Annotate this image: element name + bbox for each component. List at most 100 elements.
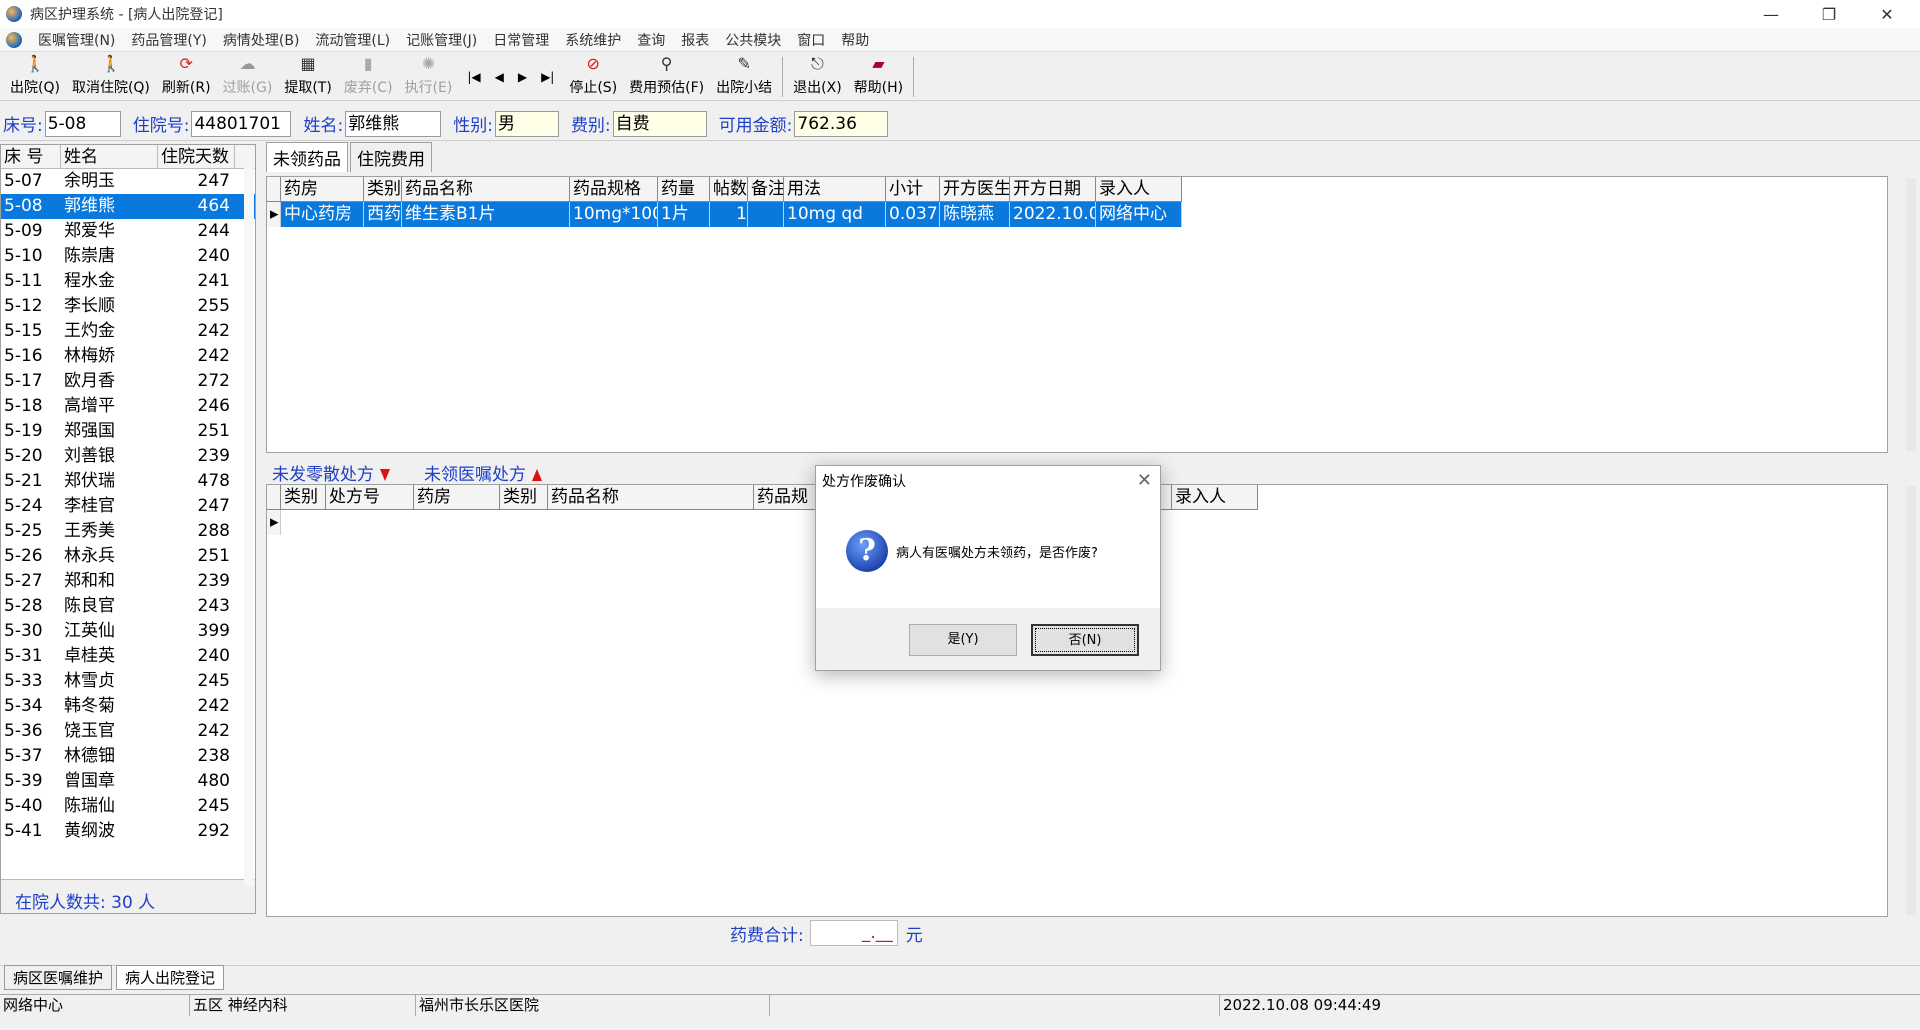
drug-col-header[interactable]: 类别: [364, 177, 402, 201]
menu-drugs[interactable]: 药品管理(Y): [123, 30, 214, 50]
patient-row[interactable]: 5-41 黄纲波 292: [1, 819, 255, 844]
patient-row[interactable]: 5-26 林永兵 251: [1, 544, 255, 569]
order-grid-scrollbar[interactable]: [1906, 486, 1916, 915]
minimize-button[interactable]: —: [1742, 0, 1800, 28]
prev-record-button[interactable]: ◀: [488, 70, 511, 84]
maximize-button[interactable]: ❐: [1800, 0, 1858, 28]
patient-row[interactable]: 5-30 江英仙 399: [1, 619, 255, 644]
yes-button[interactable]: 是(Y): [909, 624, 1017, 656]
menu-accounting[interactable]: 记账管理(J): [398, 30, 485, 50]
cancel-admission-label: 取消住院(Q): [71, 80, 150, 96]
sex-field[interactable]: 男: [494, 110, 559, 137]
balance-field[interactable]: 762.36: [794, 110, 889, 137]
mdi-tab-discharge-registration[interactable]: 病人出院登记: [116, 965, 225, 990]
dialog-close-icon[interactable]: ✕: [1137, 470, 1152, 491]
patient-row[interactable]: 5-20 刘善银 239: [1, 444, 255, 469]
patient-row[interactable]: 5-27 郑和和 239: [1, 569, 255, 594]
order-col-header[interactable]: 类别: [500, 485, 548, 509]
post-button[interactable]: ☁ 过账(G): [217, 54, 279, 100]
cancel-admission-button[interactable]: 🚶 取消住院(Q): [66, 54, 156, 100]
patient-row[interactable]: 5-08 郭维熊 464: [1, 194, 255, 219]
patient-row[interactable]: 5-12 李长顺 255: [1, 294, 255, 319]
drug-col-header[interactable]: 录入人: [1096, 177, 1182, 201]
drug-col-header[interactable]: 开方日期: [1010, 177, 1096, 201]
patient-row[interactable]: 5-19 郑强国 251: [1, 419, 255, 444]
order-col-header[interactable]: 录入人: [1172, 485, 1258, 509]
tab-hospital-fees[interactable]: 住院费用: [350, 142, 432, 172]
drug-col-header[interactable]: 用法: [784, 177, 886, 201]
menu-window[interactable]: 窗口: [789, 30, 833, 50]
col-days[interactable]: 住院天数: [158, 145, 235, 168]
drug-col-header[interactable]: 药品规格: [570, 177, 658, 201]
patient-row[interactable]: 5-17 欧月香 272: [1, 369, 255, 394]
patient-row[interactable]: 5-10 陈崇唐 240: [1, 244, 255, 269]
menu-flow[interactable]: 流动管理(L): [307, 30, 398, 50]
patient-row[interactable]: 5-24 李桂官 247: [1, 494, 255, 519]
menu-common[interactable]: 公共模块: [717, 30, 789, 50]
col-bed[interactable]: 床 号: [1, 145, 61, 168]
scattered-prescription-link[interactable]: 未发零散处方: [272, 460, 390, 485]
discard-button[interactable]: ▮ 废弃(C): [338, 54, 399, 100]
patient-row[interactable]: 5-36 饶玉官 242: [1, 719, 255, 744]
drug-col-header[interactable]: 小计: [886, 177, 940, 201]
menu-help[interactable]: 帮助: [833, 30, 877, 50]
drug-row[interactable]: ▸中心药房西药维生素B1片10mg*1001片1 10mg qd0.0372陈晓燕…: [267, 202, 1182, 227]
stop-button[interactable]: ⊘ 停止(S): [563, 54, 623, 100]
drug-col-header[interactable]: 药品名称: [402, 177, 570, 201]
menu-orders[interactable]: 医嘱管理(N): [30, 30, 123, 50]
patient-row[interactable]: 5-33 林雪贞 245: [1, 669, 255, 694]
last-record-button[interactable]: ▶|: [534, 70, 561, 84]
tab-unreceived-drugs[interactable]: 未领药品: [266, 142, 348, 172]
patient-list-scrollbar[interactable]: [244, 168, 254, 886]
bed-field[interactable]: 5-08: [44, 110, 121, 137]
patient-row[interactable]: 5-07 余明玉 247: [1, 169, 255, 194]
drug-col-header[interactable]: 帖数: [710, 177, 748, 201]
exit-button[interactable]: ⎋ 退出(X): [787, 54, 848, 100]
order-col-header[interactable]: 处方号: [326, 485, 414, 509]
first-record-button[interactable]: |◀: [460, 70, 487, 84]
order-prescription-link[interactable]: 未领医嘱处方: [424, 460, 542, 485]
patient-row[interactable]: 5-21 郑伏瑞 478: [1, 469, 255, 494]
drug-col-header[interactable]: 备注: [748, 177, 784, 201]
drug-col-header[interactable]: 药量: [658, 177, 710, 201]
execute-button[interactable]: ✺ 执行(E): [399, 54, 459, 100]
order-col-header[interactable]: 药房: [414, 485, 500, 509]
help-button[interactable]: ▰ 帮助(H): [848, 54, 909, 100]
patient-row[interactable]: 5-18 高增平 246: [1, 394, 255, 419]
patient-row[interactable]: 5-15 王灼金 242: [1, 319, 255, 344]
extract-button[interactable]: ▦ 提取(T): [278, 54, 337, 100]
patient-row[interactable]: 5-31 卓桂英 240: [1, 644, 255, 669]
menu-condition[interactable]: 病情处理(B): [215, 30, 308, 50]
patient-row[interactable]: 5-39 曾国章 480: [1, 769, 255, 794]
menu-system[interactable]: 系统维护: [557, 30, 629, 50]
patient-row[interactable]: 5-25 王秀美 288: [1, 519, 255, 544]
order-col-header[interactable]: 类别: [281, 485, 326, 509]
admission-field[interactable]: 44801701: [191, 110, 292, 137]
patient-row[interactable]: 5-34 韩冬菊 242: [1, 694, 255, 719]
menu-daily[interactable]: 日常管理: [485, 30, 557, 50]
fee-estimate-button[interactable]: ⚲ 费用预估(F): [623, 54, 710, 100]
patient-row[interactable]: 5-40 陈瑞仙 245: [1, 794, 255, 819]
patient-row[interactable]: 5-09 郑爱华 244: [1, 219, 255, 244]
discharge-button[interactable]: 🚶 出院(Q): [4, 54, 66, 100]
discharge-summary-button[interactable]: ✎ 出院小结: [710, 54, 778, 100]
next-record-button[interactable]: ▶: [511, 70, 534, 84]
patient-row[interactable]: 5-16 林梅娇 242: [1, 344, 255, 369]
drug-col-header[interactable]: 开方医生: [940, 177, 1010, 201]
fee-type-field[interactable]: 自费: [612, 110, 707, 137]
mdi-tab-order-maintenance[interactable]: 病区医嘱维护: [4, 965, 113, 990]
menu-reports[interactable]: 报表: [673, 30, 717, 50]
patient-row[interactable]: 5-28 陈良官 243: [1, 594, 255, 619]
patient-row[interactable]: 5-11 程水金 241: [1, 269, 255, 294]
col-name[interactable]: 姓名: [61, 145, 158, 168]
patient-row[interactable]: 5-37 林德钿 238: [1, 744, 255, 769]
name-field[interactable]: 郭维熊: [345, 110, 442, 137]
no-button[interactable]: 否(N): [1031, 624, 1139, 656]
close-button[interactable]: ✕: [1858, 0, 1916, 28]
drug-col-header[interactable]: 药房: [281, 177, 364, 201]
app-menu-icon[interactable]: [6, 31, 22, 48]
order-col-header[interactable]: 药品名称: [548, 485, 754, 509]
menu-query[interactable]: 查询: [629, 30, 673, 50]
drug-grid-scrollbar[interactable]: [1906, 178, 1916, 451]
refresh-button[interactable]: ⟳ 刷新(R): [156, 54, 217, 100]
